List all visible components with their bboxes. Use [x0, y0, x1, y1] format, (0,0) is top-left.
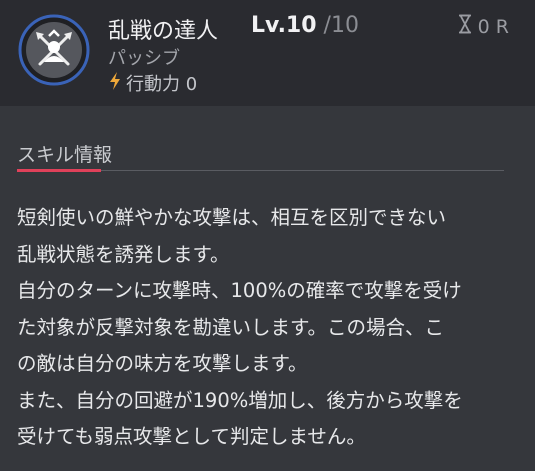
action-power-value: 行動力 0 — [126, 74, 198, 95]
description-line: の敵は自分の味方を攻撃します。 — [17, 352, 308, 375]
description-line: た対象が反撃対象を勘違いします。この場合、こ — [17, 315, 445, 339]
description-line: 短剣使いの鮮やかな攻撃は、相互を区別できない — [17, 206, 447, 229]
hourglass-icon — [458, 14, 472, 39]
description-line: 受けても弱点攻撃として判定しません。 — [17, 425, 366, 448]
skill-level-max: /10 — [323, 13, 359, 38]
cooldown-value: 0 R — [477, 15, 509, 38]
section-divider-accent — [17, 169, 101, 172]
action-power: 行動力 0 — [108, 70, 197, 96]
skill-header: 乱戦の達人 Lv.10 /10 0 R パッシブ 行動力 0 — [0, 0, 535, 106]
lightning-icon — [108, 71, 122, 96]
crossed-swords-person-icon — [18, 14, 90, 86]
description-line: また、自分の回避が190%増加し、後方から攻撃を — [17, 388, 463, 412]
description-line: 自分のターンに攻撃時、100%の確率で攻撃を受け — [17, 279, 462, 302]
skill-description: 短剣使いの鮮やかな攻撃は、相互を区別できない 乱戦状態を誘発します。 自分のター… — [17, 200, 517, 456]
skill-name: 乱戦の達人 — [108, 19, 219, 44]
description-line: 乱戦状態を誘発します。 — [17, 242, 230, 266]
skill-type: パッシブ — [108, 48, 180, 69]
section-title: スキル情報 — [17, 144, 113, 166]
skill-level-current: Lv.10 — [251, 13, 317, 38]
skill-level: Lv.10 /10 — [251, 13, 359, 38]
cooldown: 0 R — [458, 14, 509, 39]
